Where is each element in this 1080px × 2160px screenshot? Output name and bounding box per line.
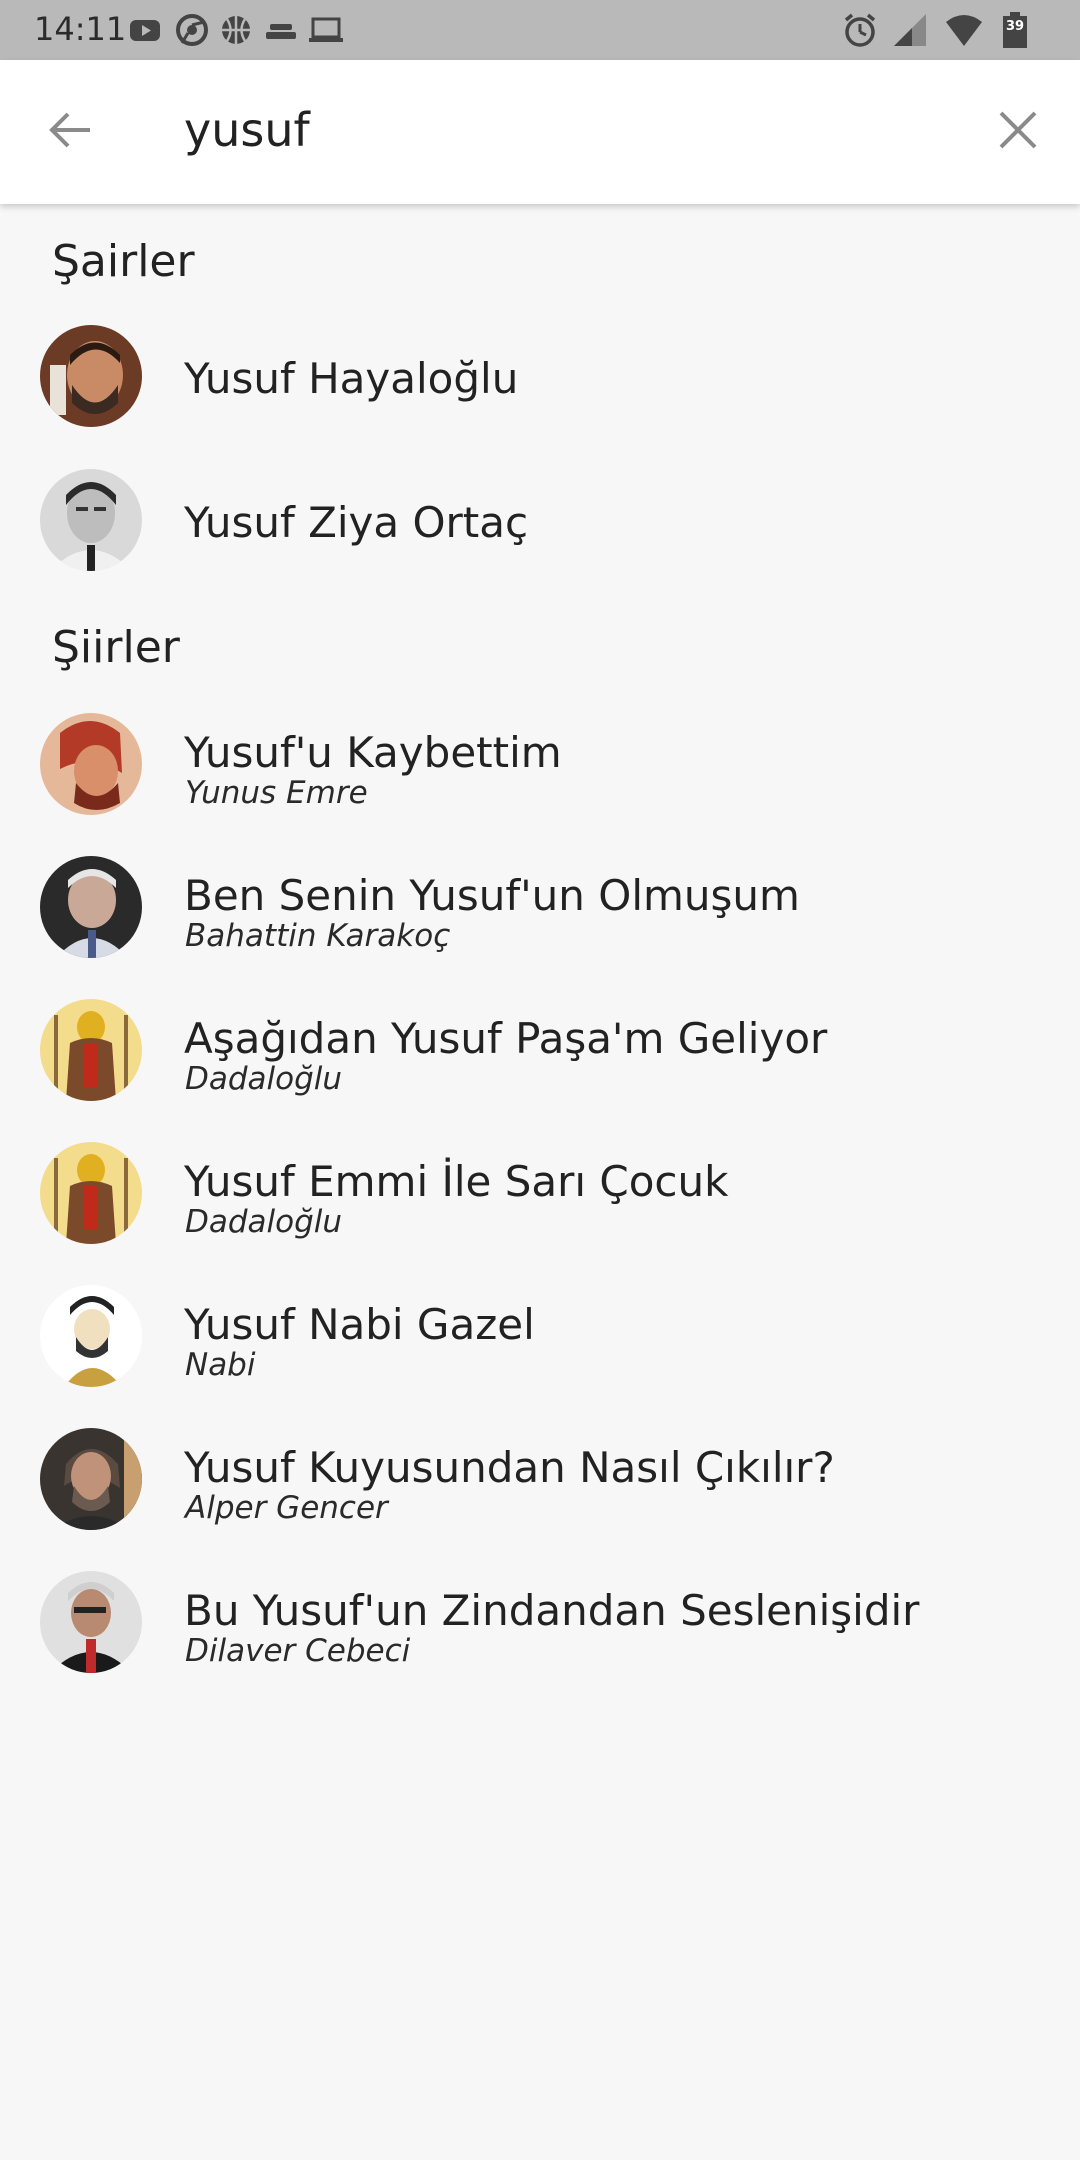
poem-list-item[interactable]: Yusuf Kuyusundan Nasıl Çıkılır? Alper Ge…: [0, 1413, 1080, 1543]
poet-name: Yusuf Ziya Ortaç: [184, 498, 529, 547]
poet-list-item[interactable]: Yusuf Ziya Ortaç: [0, 456, 1080, 586]
close-icon: [999, 111, 1037, 149]
author-avatar: [40, 1285, 142, 1387]
poem-title: Yusuf'u Kaybettim: [184, 728, 562, 777]
poem-title: Yusuf Emmi İle Sarı Çocuk: [184, 1157, 729, 1206]
author-avatar: [40, 999, 142, 1101]
basketball-icon: [216, 10, 256, 50]
poem-list-item[interactable]: Bu Yusuf'un Zindandan Seslenişidir Dilav…: [0, 1556, 1080, 1686]
status-bar: 14:11 39: [0, 0, 1080, 60]
poem-title: Yusuf Kuyusundan Nasıl Çıkılır?: [184, 1443, 835, 1492]
alarm-icon: [840, 10, 880, 50]
back-button[interactable]: [42, 100, 102, 160]
cast-icon: [262, 10, 302, 50]
back-arrow-icon: [49, 112, 90, 148]
poem-author: Dadaloğlu: [185, 1204, 343, 1240]
chrome-icon: [172, 10, 212, 50]
laptop-icon: [306, 10, 346, 50]
author-avatar: [40, 1428, 142, 1530]
poem-list-item[interactable]: Yusuf Nabi Gazel Nabi: [0, 1270, 1080, 1400]
author-avatar: [40, 1142, 142, 1244]
poem-title: Yusuf Nabi Gazel: [184, 1300, 535, 1349]
section-header-poets: Şairler: [52, 236, 195, 287]
poem-title: Ben Senin Yusuf'un Olmuşum: [184, 871, 800, 920]
poet-list-item[interactable]: Yusuf Hayaloğlu: [0, 312, 1080, 442]
poem-list-item[interactable]: Yusuf Emmi İle Sarı Çocuk Dadaloğlu: [0, 1127, 1080, 1257]
clear-search-button[interactable]: [988, 100, 1048, 160]
poem-list-item[interactable]: Aşağıdan Yusuf Paşa'm Geliyor Dadaloğlu: [0, 984, 1080, 1114]
battery-level: 39: [1005, 19, 1025, 34]
author-avatar: [40, 713, 142, 815]
wifi-icon: [944, 10, 984, 50]
signal-icon: [890, 10, 930, 50]
poem-author: Alper Gencer: [185, 1490, 388, 1526]
poem-author: Nabi: [185, 1347, 256, 1383]
author-avatar: [40, 856, 142, 958]
poem-list-item[interactable]: Yusuf'u Kaybettim Yunus Emre: [0, 698, 1080, 828]
poem-title: Aşağıdan Yusuf Paşa'm Geliyor: [184, 1014, 828, 1063]
poem-author: Bahattin Karakoç: [185, 918, 451, 954]
poem-author: Dilaver Cebeci: [185, 1633, 411, 1669]
section-header-poems: Şiirler: [52, 622, 180, 673]
poet-avatar: [40, 325, 142, 427]
search-input[interactable]: [184, 100, 984, 160]
poet-name: Yusuf Hayaloğlu: [184, 354, 519, 403]
search-app-bar: [0, 60, 1080, 204]
status-time: 14:11: [34, 10, 127, 48]
poem-author: Yunus Emre: [185, 775, 368, 811]
poem-title: Bu Yusuf'un Zindandan Seslenişidir: [184, 1586, 920, 1635]
poet-avatar: [40, 469, 142, 571]
poem-list-item[interactable]: Ben Senin Yusuf'un Olmuşum Bahattin Kara…: [0, 841, 1080, 971]
youtube-icon: [126, 10, 166, 50]
author-avatar: [40, 1571, 142, 1673]
poem-author: Dadaloğlu: [185, 1061, 343, 1097]
